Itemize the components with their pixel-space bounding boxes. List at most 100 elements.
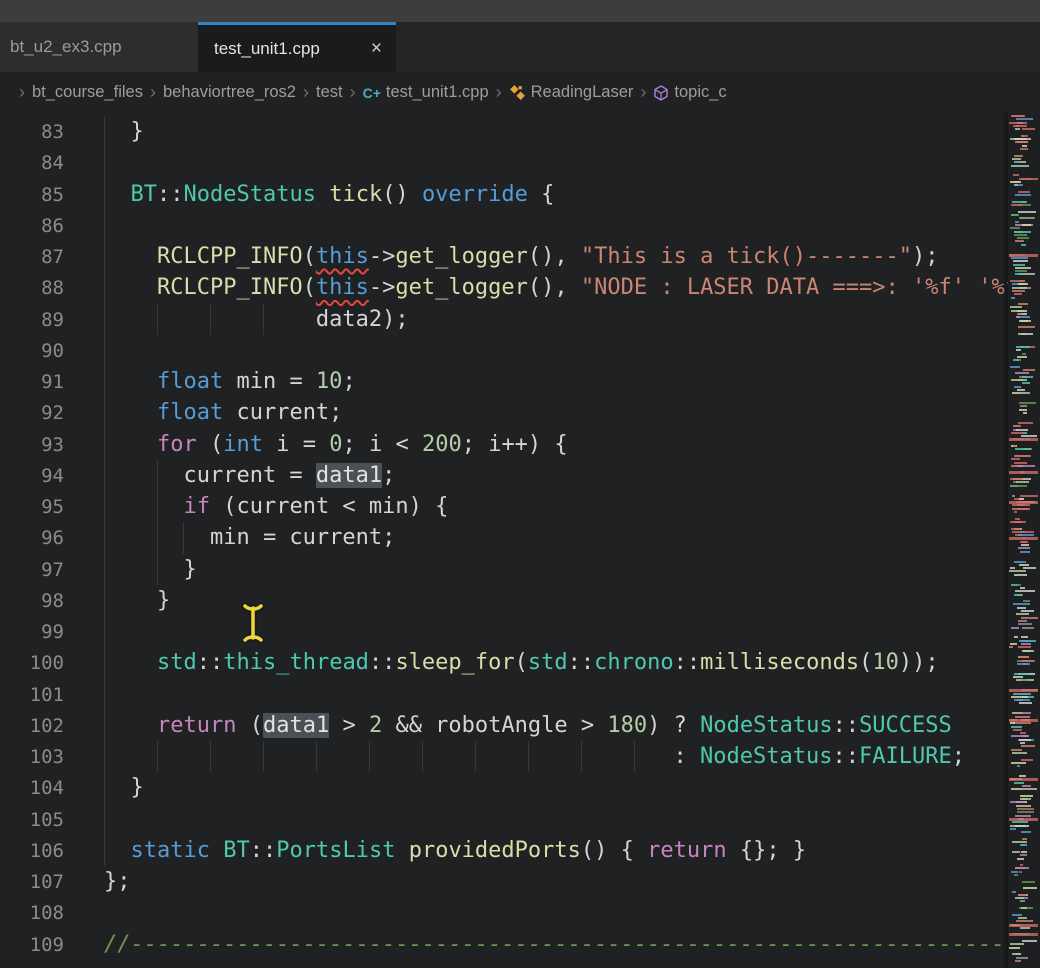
minimap-line	[1020, 864, 1023, 866]
code-line[interactable]: 93 for (int i = 0; i < 200; i++) {	[0, 429, 1008, 460]
minimap-line	[1011, 310, 1024, 312]
line-number[interactable]: 97	[0, 555, 64, 586]
minimap-line	[1012, 914, 1021, 916]
code-line[interactable]: 86	[0, 210, 1008, 241]
breadcrumb-item-test-unit1-cpp[interactable]: C+test_unit1.cpp	[363, 83, 489, 102]
code-line[interactable]: 101	[0, 679, 1008, 710]
code-line[interactable]: 100 std::this_thread::sleep_for(std::chr…	[0, 647, 1008, 678]
minimap-line	[1018, 283, 1029, 285]
minimap-line	[1011, 726, 1022, 728]
tab-bt-u2-ex3[interactable]: bt_u2_ex3.cpp	[0, 22, 198, 72]
line-number[interactable]: 88	[0, 273, 64, 304]
line-number[interactable]: 87	[0, 242, 64, 273]
code-text: RCLCPP_INFO(this->get_logger(), "This is…	[104, 244, 939, 269]
code-line[interactable]: 89 data2);	[0, 304, 1008, 335]
code-line[interactable]: 84	[0, 147, 1008, 178]
code-line[interactable]: 83 }	[0, 116, 1008, 147]
minimap-line	[1018, 303, 1028, 305]
line-number[interactable]: 86	[0, 211, 64, 242]
code-area[interactable]: 83 }8485 BT::NodeStatus tick() override …	[0, 113, 1008, 968]
code-line[interactable]: 90	[0, 335, 1008, 366]
line-number[interactable]: 101	[0, 680, 64, 711]
minimap[interactable]	[1008, 113, 1040, 968]
minimap-line	[1016, 613, 1028, 615]
code-text: }	[104, 557, 197, 582]
code-line[interactable]: 88 RCLCPP_INFO(this->get_logger(), "NODE…	[0, 272, 1008, 303]
minimap-line	[1015, 372, 1029, 374]
line-number[interactable]: 92	[0, 398, 64, 429]
line-number[interactable]: 91	[0, 367, 64, 398]
line-number[interactable]: 104	[0, 773, 64, 804]
class-icon	[509, 84, 526, 101]
minimap-line	[1020, 742, 1025, 744]
breadcrumb-item-behaviortree-ros2[interactable]: behaviortree_ros2	[163, 83, 296, 102]
code-line[interactable]: 104 }	[0, 772, 1008, 803]
minimap-line	[1021, 544, 1028, 546]
code-line[interactable]: 99	[0, 616, 1008, 647]
minimap-line	[1013, 264, 1025, 266]
code-line[interactable]: 103 : NodeStatus::FAILURE;	[0, 741, 1008, 772]
minimap-line	[1019, 178, 1031, 180]
line-number[interactable]: 99	[0, 617, 64, 648]
code-line[interactable]: 106 static BT::PortsList providedPorts()…	[0, 835, 1008, 866]
line-number[interactable]: 85	[0, 180, 64, 211]
code-line[interactable]: 97 }	[0, 554, 1008, 585]
code-line[interactable]: 85 BT::NodeStatus tick() override {	[0, 179, 1008, 210]
line-number[interactable]: 96	[0, 523, 64, 554]
code-line[interactable]: 87 RCLCPP_INFO(this->get_logger(), "This…	[0, 241, 1008, 272]
breadcrumb-item-bt-course-files[interactable]: bt_course_files	[32, 83, 143, 102]
breadcrumb-item-readinglaser[interactable]: ReadingLaser	[509, 83, 634, 102]
line-number[interactable]: 83	[0, 117, 64, 148]
line-number[interactable]: 100	[0, 648, 64, 679]
line-number[interactable]: 84	[0, 148, 64, 179]
code-line[interactable]: 92 float current;	[0, 397, 1008, 428]
minimap-line	[1021, 851, 1027, 853]
line-number[interactable]: 95	[0, 492, 64, 523]
minimap-line	[1012, 821, 1028, 823]
line-number[interactable]: 103	[0, 742, 64, 773]
line-number[interactable]: 109	[0, 930, 64, 961]
line-number[interactable]: 93	[0, 430, 64, 461]
minimap-line	[1011, 297, 1016, 299]
minimap-line	[1010, 722, 1016, 724]
line-number[interactable]: 98	[0, 586, 64, 617]
code-line[interactable]: 108	[0, 897, 1008, 928]
minimap-line	[1020, 732, 1025, 734]
indent-guide	[104, 647, 105, 678]
minimap-line	[1015, 240, 1024, 242]
breadcrumb-item-test[interactable]: test	[316, 83, 343, 102]
code-line[interactable]: 91 float min = 10;	[0, 366, 1008, 397]
code-line[interactable]: 96 min = current;	[0, 522, 1008, 553]
code-line[interactable]: 109//-----------------------------------…	[0, 929, 1008, 960]
minimap-line	[1014, 155, 1022, 157]
line-number[interactable]: 102	[0, 711, 64, 742]
breadcrumb-item-topic-c[interactable]: topic_c	[653, 83, 726, 102]
minimap-line	[1015, 128, 1020, 130]
close-icon[interactable]: ×	[369, 39, 384, 58]
minimap-line	[1011, 627, 1020, 629]
breadcrumb-label: topic_c	[674, 83, 726, 102]
code-line[interactable]: 105	[0, 804, 1008, 835]
line-number[interactable]: 107	[0, 867, 64, 898]
breadcrumb: ›bt_course_files›behaviortree_ros2›test›…	[0, 72, 1040, 113]
minimap-line	[1013, 603, 1030, 605]
minimap-line	[1023, 590, 1035, 592]
indent-guide	[104, 772, 105, 803]
code-line[interactable]: 94 current = data1;	[0, 460, 1008, 491]
tab-test-unit1[interactable]: test_unit1.cpp ×	[198, 22, 396, 72]
minimap-line	[1022, 145, 1027, 147]
line-number[interactable]: 108	[0, 898, 64, 929]
line-number[interactable]: 105	[0, 805, 64, 836]
minimap-line	[1020, 927, 1030, 929]
line-number[interactable]: 89	[0, 305, 64, 336]
line-number[interactable]: 90	[0, 336, 64, 367]
minimap-line	[1015, 267, 1031, 269]
code-line[interactable]: 102 return (data1 > 2 && robotAngle > 18…	[0, 710, 1008, 741]
line-number[interactable]: 94	[0, 461, 64, 492]
code-line[interactable]: 107};	[0, 866, 1008, 897]
indent-guide	[104, 147, 105, 178]
minimap-line	[1022, 353, 1025, 355]
code-line[interactable]: 95 if (current < min) {	[0, 491, 1008, 522]
line-number[interactable]: 106	[0, 836, 64, 867]
code-line[interactable]: 98 }	[0, 585, 1008, 616]
